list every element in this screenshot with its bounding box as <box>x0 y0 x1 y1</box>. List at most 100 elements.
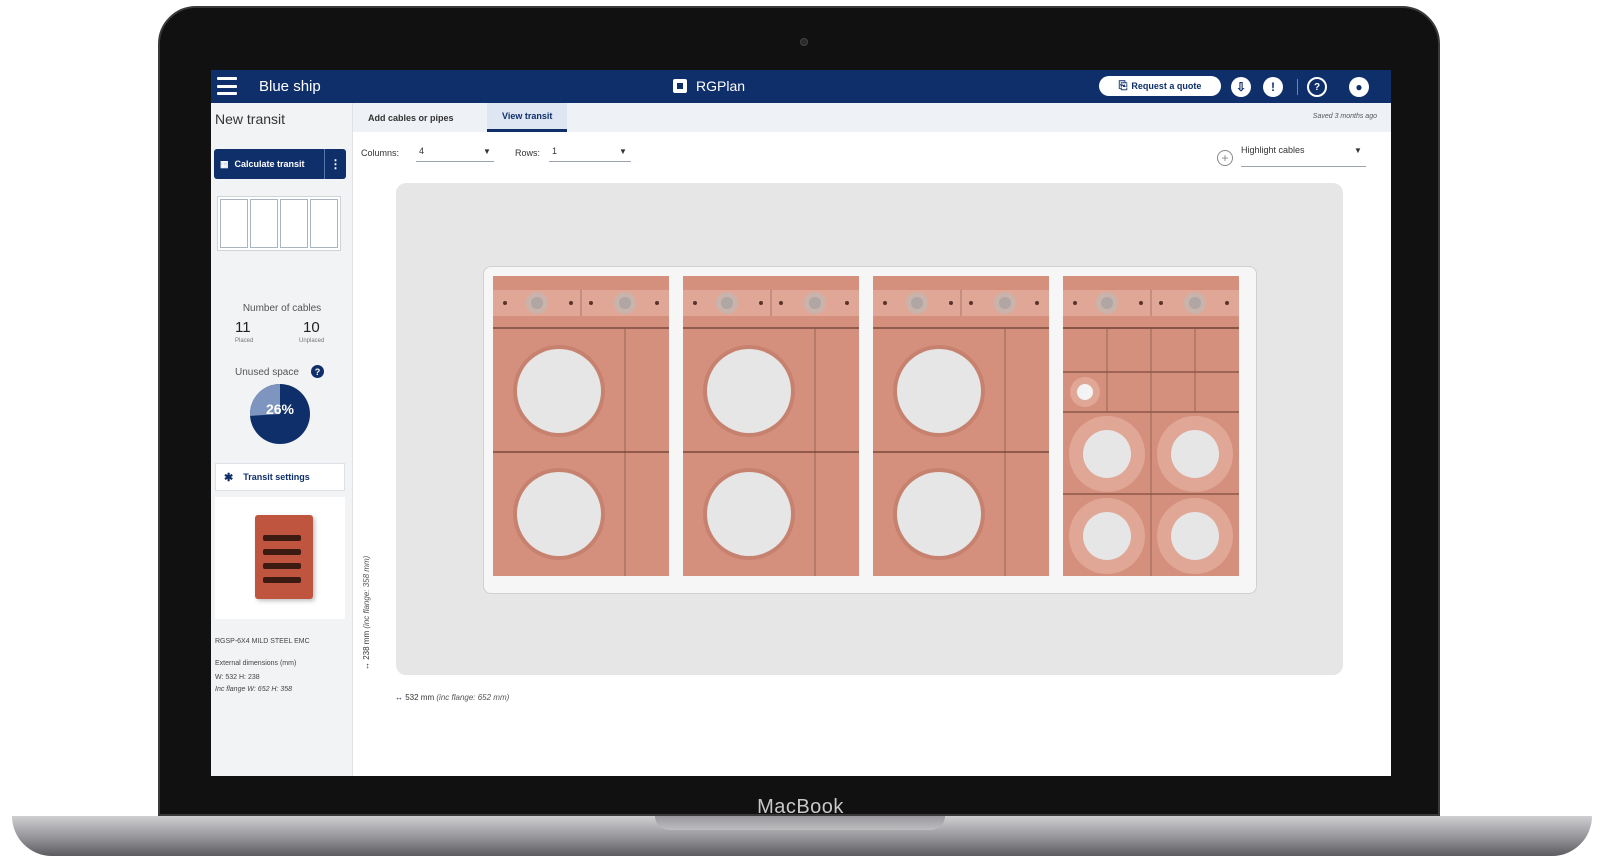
columns-label: Columns: <box>361 148 400 158</box>
bolt <box>845 301 849 305</box>
cable-hole <box>517 349 601 433</box>
transit-settings-label: Transit settings <box>243 472 310 482</box>
app-title: Blue ship <box>259 78 321 95</box>
calculate-transit-label: Calculate transit <box>234 159 305 169</box>
tab-bar: Add cables or pipes View transit Saved 3… <box>353 103 1391 132</box>
product-name: RGPlan <box>696 78 746 94</box>
tab-view-transit[interactable]: View transit <box>487 103 568 132</box>
cable-hole <box>1171 430 1219 478</box>
rows-select-value[interactable]: 1 <box>552 146 557 156</box>
bolt <box>779 301 783 305</box>
product-image-card <box>215 497 345 619</box>
frame-preview-cell <box>310 199 338 248</box>
unplaced-label: Unplaced <box>299 338 325 344</box>
columns-chevron-down-icon[interactable]: ▼ <box>483 147 491 156</box>
bolt <box>1225 301 1229 305</box>
rows-chevron-down-icon[interactable]: ▼ <box>619 147 627 156</box>
bolt <box>969 301 973 305</box>
bolt-head <box>531 297 543 309</box>
bolt <box>693 301 697 305</box>
download-icon[interactable]: ⇩ <box>1231 77 1251 97</box>
cable-hole <box>707 472 791 556</box>
help-icon[interactable]: ? <box>1307 77 1327 97</box>
bolt <box>759 301 763 305</box>
rgplan-logo-icon <box>673 79 687 93</box>
top-app-bar: Blue ship RGPlan ⎘ Request a quote ⇩ ! ?… <box>211 70 1391 103</box>
tab-add-cables[interactable]: Add cables or pipes <box>353 103 469 132</box>
highlight-cables-select[interactable]: Highlight cables <box>1241 145 1305 155</box>
highlight-chevron-down-icon[interactable]: ▼ <box>1354 146 1362 155</box>
highlight-select-underline <box>1241 166 1366 167</box>
unused-space-help-icon[interactable]: ? <box>311 365 324 378</box>
cable-hole <box>517 472 601 556</box>
flange-dimensions: Inc flange W: 652 H: 358 <box>215 686 293 693</box>
toolbar-divider <box>1297 79 1298 95</box>
transit-diagram[interactable] <box>493 276 1247 581</box>
camera-icon <box>800 38 808 46</box>
more-options-icon[interactable]: ⋮ <box>324 149 346 179</box>
app-screen: Blue ship RGPlan ⎘ Request a quote ⇩ ! ?… <box>211 70 1391 776</box>
unused-space-label: Unused space <box>235 367 299 378</box>
cable-hole <box>897 472 981 556</box>
bolt <box>949 301 953 305</box>
request-quote-label: Request a quote <box>1131 81 1202 91</box>
cable-hole <box>707 349 791 433</box>
user-icon[interactable]: ● <box>1349 77 1369 97</box>
cable-hole <box>1171 512 1219 560</box>
width-flange-value: (inc flange: 652 mm) <box>436 693 510 702</box>
sidebar: New transit ▦ Calculate transit ⋮ Number… <box>211 103 353 776</box>
bolt <box>503 301 507 305</box>
bolt-head <box>1101 297 1113 309</box>
transit-settings-button[interactable]: ✱ Transit settings <box>215 463 345 491</box>
quote-icon: ⎘ <box>1118 79 1128 92</box>
bolt <box>1035 301 1039 305</box>
saved-status: Saved 3 months ago <box>1312 113 1377 120</box>
sidebar-title: New transit <box>215 111 286 127</box>
product-image <box>255 515 313 599</box>
bolt <box>655 301 659 305</box>
cable-hole <box>1077 384 1093 400</box>
placed-label: Placed <box>235 338 254 344</box>
unplaced-count: 10 <box>303 319 320 336</box>
calculate-transit-button[interactable]: ▦ Calculate transit ⋮ <box>214 149 346 179</box>
add-highlight-icon[interactable]: + <box>1217 150 1233 166</box>
cable-hole <box>897 349 981 433</box>
bolt-head <box>721 297 733 309</box>
external-dimensions-label: External dimensions (mm) <box>215 660 297 667</box>
bolt <box>883 301 887 305</box>
height-flange-value: (inc flange: 358 mm) <box>362 555 371 629</box>
frame-preview-cell <box>220 199 248 248</box>
width-value: 532 mm <box>405 693 435 702</box>
menu-icon[interactable] <box>217 77 237 95</box>
bolt <box>1139 301 1143 305</box>
rows-label: Rows: <box>515 148 541 158</box>
rows-select-underline <box>549 161 631 162</box>
bolt-head <box>999 297 1011 309</box>
bolt-head <box>619 297 631 309</box>
unused-space-percent: 26% <box>265 401 295 417</box>
placed-count: 11 <box>235 319 251 336</box>
width-dimension: ↔ 532 mm (inc flange: 652 mm) <box>395 693 510 702</box>
columns-select-value[interactable]: 4 <box>419 146 424 156</box>
height-dimension: ↔ 238 mm (inc flange: 358 mm) <box>362 555 371 670</box>
gear-icon: ✱ <box>224 471 234 484</box>
bolt <box>1073 301 1077 305</box>
calculator-icon: ▦ <box>220 158 229 169</box>
request-quote-button[interactable]: ⎘ Request a quote <box>1099 76 1221 96</box>
frame-preview-cell <box>280 199 308 248</box>
product-code: RGSP-6X4 MILD STEEL EMC <box>215 638 310 645</box>
bolt-head <box>1189 297 1201 309</box>
bolt <box>569 301 573 305</box>
height-value: 238 mm <box>362 630 371 660</box>
bolt <box>589 301 593 305</box>
bolt-head <box>911 297 923 309</box>
columns-select-underline <box>416 161 494 162</box>
cable-hole <box>1083 512 1131 560</box>
device-brand-label: MacBook <box>757 796 844 818</box>
info-icon[interactable]: ! <box>1263 77 1283 97</box>
cable-hole <box>1083 430 1131 478</box>
bolt-head <box>809 297 821 309</box>
bolt <box>1159 301 1163 305</box>
frame-preview <box>217 196 341 251</box>
external-dimensions: W: 532 H: 238 <box>215 674 260 681</box>
